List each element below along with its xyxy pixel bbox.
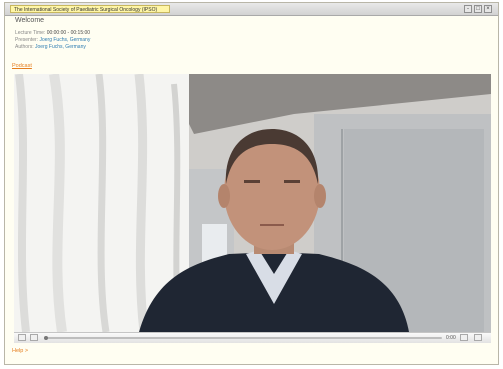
lecture-info: Welcome Lecture Time: 00:00:00 - 00:15:0…	[15, 17, 492, 51]
video-frame	[14, 74, 491, 332]
authors-label: Authors:	[15, 44, 34, 50]
video-player[interactable]	[14, 74, 491, 332]
window-title: The International Society of Paediatric …	[10, 5, 170, 13]
lecture-time-row: Lecture Time: 00:00:00 - 00:15:00	[15, 30, 492, 37]
presenter-row: Presenter: Joerg Fuchs, Germany	[15, 37, 492, 44]
window-titlebar: The International Society of Paediatric …	[5, 3, 498, 16]
authors-row: Authors: Joerg Fuchs, Germany	[15, 44, 492, 51]
presenter-label: Presenter:	[15, 37, 39, 43]
elapsed-time: 0:00	[446, 335, 456, 341]
player-controls: 0:00	[14, 332, 491, 343]
seek-bar[interactable]	[44, 336, 442, 340]
lecture-time-value: 00:00:00 - 00:15:00	[46, 30, 91, 36]
help-link[interactable]: Help >	[12, 348, 28, 354]
minimize-icon[interactable]: -	[464, 5, 472, 13]
close-icon[interactable]: ×	[484, 5, 492, 13]
window-controls: - □ ×	[464, 5, 492, 13]
podcast-link[interactable]: Podcast	[12, 63, 32, 69]
seek-handle[interactable]	[44, 336, 48, 340]
volume-icon[interactable]	[30, 334, 38, 341]
settings-icon[interactable]	[474, 334, 482, 341]
presenter-link[interactable]: Joerg Fuchs, Germany	[39, 37, 90, 43]
play-icon[interactable]	[18, 334, 26, 341]
lecture-time-label: Lecture Time:	[15, 30, 46, 36]
fullscreen-icon[interactable]	[460, 334, 468, 341]
authors-link[interactable]: Joerg Fuchs, Germany	[35, 44, 86, 50]
maximize-icon[interactable]: □	[474, 5, 482, 13]
lecture-heading: Welcome	[15, 17, 45, 24]
